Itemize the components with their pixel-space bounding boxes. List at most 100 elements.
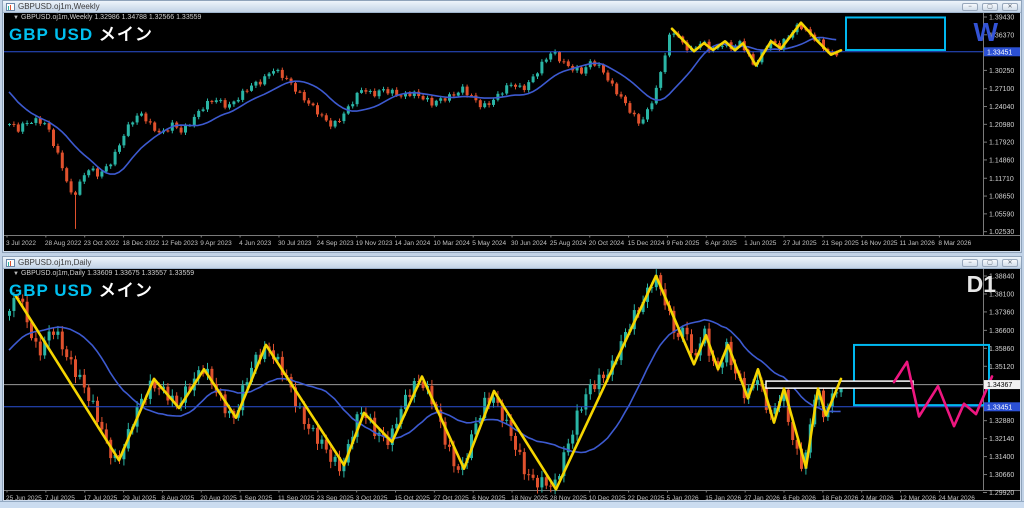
window-titlebar[interactable]: GBPUSD.oj1m,Weekly − ▢ ✕ bbox=[3, 1, 1021, 13]
watermark: GBP USD メイン bbox=[9, 20, 153, 45]
candle-body bbox=[96, 401, 99, 422]
date-label: 23 Sep 2025 bbox=[317, 495, 354, 500]
candle-body bbox=[426, 98, 429, 100]
candle-body bbox=[334, 457, 337, 462]
date-label: 22 Dec 2025 bbox=[628, 495, 665, 500]
candle-body bbox=[100, 422, 103, 429]
date-label: 3 Jul 2022 bbox=[6, 240, 36, 247]
candle-body bbox=[144, 114, 147, 122]
candle-body bbox=[686, 328, 689, 334]
chart-header[interactable]: ▼GBPUSD.oj1m,Daily 1.33609 1.33675 1.335… bbox=[13, 270, 194, 277]
moving-average-line bbox=[9, 38, 836, 175]
chevron-down-icon[interactable]: ▼ bbox=[13, 271, 19, 277]
candle-body bbox=[83, 375, 86, 388]
date-label: 21 Sep 2025 bbox=[822, 240, 859, 247]
candle-body bbox=[342, 114, 345, 122]
candle-body bbox=[276, 357, 279, 359]
candle-body bbox=[444, 98, 447, 100]
candle-body bbox=[285, 78, 288, 79]
candle-body bbox=[329, 450, 332, 462]
candle-body bbox=[492, 100, 495, 105]
candle-body bbox=[523, 452, 526, 474]
date-label: 15 Dec 2024 bbox=[628, 240, 665, 247]
date-label: 5 May 2024 bbox=[472, 240, 506, 247]
price-tick-label: 1.29920 bbox=[989, 490, 1014, 497]
candle-body bbox=[430, 98, 433, 106]
date-label: 25 Aug 2024 bbox=[550, 240, 587, 247]
candle-body bbox=[197, 111, 200, 117]
supply-zone-rect[interactable] bbox=[854, 345, 989, 405]
date-label: 11 Jan 2026 bbox=[900, 240, 936, 247]
watermark-suffix: メイン bbox=[99, 281, 153, 300]
date-label: 9 Apr 2023 bbox=[200, 240, 232, 247]
candle-body bbox=[21, 123, 24, 131]
chevron-down-icon[interactable]: ▼ bbox=[13, 15, 19, 21]
date-label: 18 Feb 2026 bbox=[822, 495, 859, 500]
date-label: 3 Oct 2025 bbox=[356, 495, 388, 500]
candle-body bbox=[334, 121, 337, 127]
candle-body bbox=[193, 117, 196, 125]
candle-body bbox=[268, 74, 271, 77]
candle-body bbox=[351, 104, 354, 106]
candle-body bbox=[382, 89, 385, 90]
candle-body bbox=[17, 124, 20, 131]
price-tick-label: 1.32140 bbox=[989, 436, 1014, 443]
candle-body bbox=[576, 411, 579, 435]
candle-body bbox=[276, 70, 279, 71]
restore-button[interactable]: ▢ bbox=[982, 3, 998, 11]
close-button[interactable]: ✕ bbox=[1002, 3, 1018, 11]
date-label: 20 Aug 2025 bbox=[200, 495, 237, 500]
candle-body bbox=[567, 61, 570, 66]
candle-body bbox=[756, 380, 759, 384]
window-titlebar[interactable]: GBPUSD.oj1m,Daily − ▢ ✕ bbox=[3, 257, 1021, 269]
price-tick-label: 1.08650 bbox=[989, 194, 1014, 201]
candle-body bbox=[562, 61, 565, 62]
minimize-button[interactable]: − bbox=[962, 259, 978, 267]
candle-body bbox=[457, 466, 460, 470]
candle-body bbox=[184, 126, 187, 133]
date-label: 11 Sep 2025 bbox=[278, 495, 315, 500]
candle-body bbox=[259, 82, 262, 85]
minimize-button[interactable]: − bbox=[962, 3, 978, 11]
close-button[interactable]: ✕ bbox=[1002, 259, 1018, 267]
chart-area-weekly[interactable]: ▼GBPUSD.oj1m,Weekly 1.32986 1.34788 1.32… bbox=[4, 13, 1020, 251]
candle-body bbox=[272, 71, 275, 73]
price-tick-label: 1.37360 bbox=[989, 309, 1014, 316]
candle-body bbox=[505, 420, 508, 421]
date-label: 17 Jul 2025 bbox=[84, 495, 118, 500]
candle-body bbox=[96, 169, 99, 177]
moving-average-line bbox=[9, 320, 841, 453]
candle-body bbox=[624, 97, 627, 103]
date-label: 8 Aug 2025 bbox=[161, 495, 194, 500]
date-label: 27 Jan 2026 bbox=[744, 495, 780, 500]
candlestick-chart-daily[interactable]: 1.388401.381001.373601.366001.358601.351… bbox=[4, 269, 1020, 500]
zigzag-line[interactable] bbox=[672, 23, 841, 66]
candle-body bbox=[180, 128, 183, 133]
chart-area-daily[interactable]: ▼GBPUSD.oj1m,Daily 1.33609 1.33675 1.335… bbox=[4, 269, 1020, 500]
candle-body bbox=[43, 123, 46, 124]
price-tick-label: 1.11710 bbox=[989, 176, 1014, 183]
candle-body bbox=[540, 477, 543, 487]
chart-header-ohlc: GBPUSD.oj1m,Daily 1.33609 1.33675 1.3355… bbox=[21, 270, 194, 277]
date-label: 6 Feb 2026 bbox=[783, 495, 816, 500]
price-tick-label: 1.20980 bbox=[989, 122, 1014, 129]
restore-button[interactable]: ▢ bbox=[982, 259, 998, 267]
candle-body bbox=[549, 486, 552, 487]
candle-body bbox=[461, 87, 464, 93]
timeframe-label-d1: D1 bbox=[967, 273, 996, 296]
candle-body bbox=[488, 103, 491, 105]
date-label: 7 Jul 2025 bbox=[45, 495, 75, 500]
zigzag-line[interactable] bbox=[16, 276, 841, 490]
candle-body bbox=[312, 428, 315, 429]
supply-zone-rect[interactable] bbox=[846, 17, 945, 50]
candlestick-chart-weekly[interactable]: 1.394301.363701.302501.271001.240401.209… bbox=[4, 13, 1020, 251]
candle-body bbox=[611, 80, 614, 83]
candle-body bbox=[100, 172, 103, 177]
candle-body bbox=[12, 124, 15, 125]
projection-zigzag-line[interactable] bbox=[894, 362, 992, 426]
candle-body bbox=[677, 333, 680, 337]
chart-header[interactable]: ▼GBPUSD.oj1m,Weekly 1.32986 1.34788 1.32… bbox=[13, 14, 201, 21]
date-label: 27 Jul 2025 bbox=[783, 240, 817, 247]
candle-body bbox=[536, 478, 539, 488]
candle-body bbox=[48, 332, 51, 341]
